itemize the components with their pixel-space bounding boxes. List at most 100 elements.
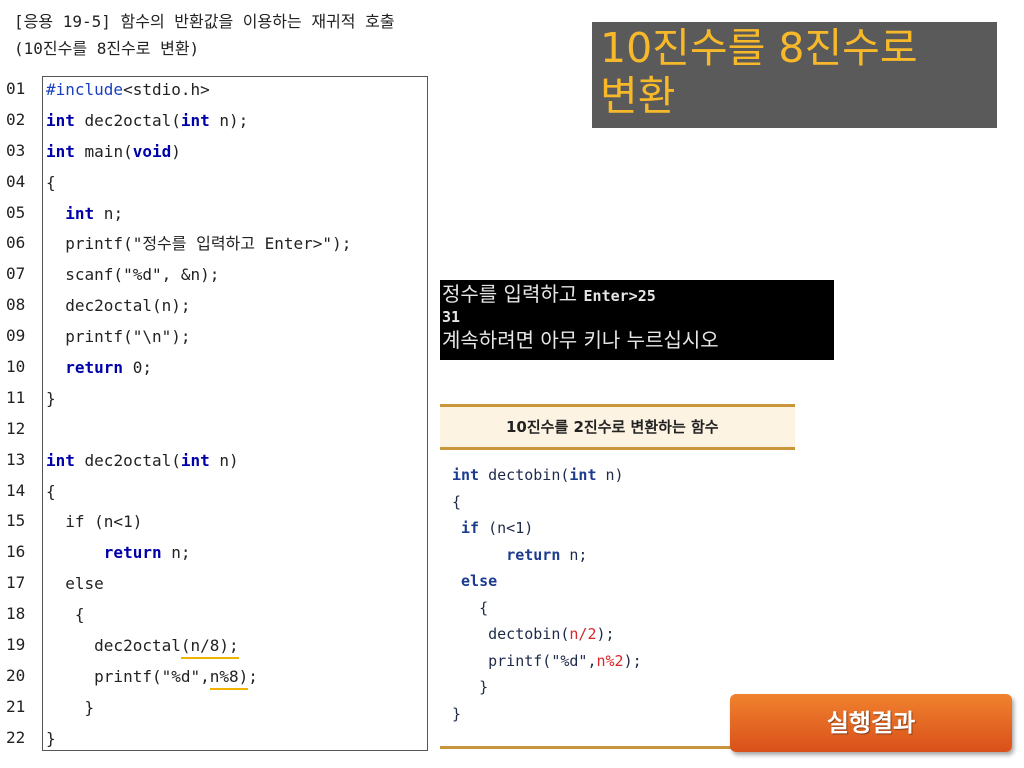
line-number: 14 — [6, 480, 26, 500]
line-number: 19 — [6, 635, 26, 655]
code-line: int n; — [43, 199, 427, 230]
ref-line: return n; — [452, 542, 642, 569]
code-line: dec2octal(n); — [46, 296, 191, 316]
code-token: { — [46, 172, 56, 192]
ref-line: int dectobin(int n) — [452, 462, 642, 489]
title-line-2: 변환 — [600, 72, 676, 120]
ref-line: { — [452, 598, 489, 617]
code-token: dec2octal — [46, 636, 181, 656]
code-line: int dec2octal(int n) — [43, 446, 427, 477]
line-number: 01 — [6, 79, 26, 98]
code-token: dectobin( — [479, 466, 570, 484]
code-token: n); — [209, 110, 249, 130]
code-keyword: int — [46, 110, 75, 130]
line-number: 22 — [6, 727, 26, 747]
line-number: 03 — [6, 140, 26, 160]
reference-header: 10진수를 2진수로 변환하는 함수 — [440, 404, 795, 450]
code-token: } — [46, 728, 56, 748]
code-keyword: int — [65, 203, 95, 223]
code-line: #include<stdio.h> — [43, 75, 427, 106]
line-number: 09 — [6, 326, 26, 346]
line-number: 20 — [6, 665, 26, 685]
console-text: Enter>25 — [583, 287, 656, 305]
code-listing: #include<stdio.h> int dec2octal(int n); … — [42, 76, 428, 751]
code-keyword: return — [506, 545, 561, 564]
code-token: <stdio.h> — [123, 80, 210, 99]
line-number: 07 — [6, 264, 26, 284]
code-keyword: if — [461, 519, 480, 537]
code-token: ; — [248, 666, 258, 686]
run-result-button[interactable]: 실행결과 — [730, 694, 1012, 752]
console-output: 정수를 입력하고 Enter>25 31 계속하려면 아무 키나 누르십시오 — [440, 280, 834, 360]
code-keyword: int — [180, 110, 210, 130]
line-number: 11 — [6, 387, 26, 407]
code-line: printf("정수를 입력하고 Enter>"); — [46, 234, 352, 254]
code-line: } — [46, 697, 95, 717]
code-keyword: int — [46, 141, 75, 161]
code-line: return 0; — [43, 353, 427, 384]
code-line: return n; — [43, 538, 427, 569]
code-line: { — [46, 605, 85, 625]
code-line: int main(void) — [43, 137, 427, 168]
line-number: 13 — [6, 449, 26, 469]
code-token: ); — [623, 651, 642, 670]
code-token: dec2octal( — [74, 450, 181, 470]
slide-title: 10진수를 8진수로 변환 — [592, 22, 997, 128]
line-number: 12 — [6, 418, 26, 438]
ref-line: printf("%d",n%2); — [452, 648, 642, 675]
code-token: ); — [596, 625, 615, 643]
code-highlight: n%2 — [596, 651, 624, 670]
reference-code: int dectobin(int n) { if (n<1) return n;… — [452, 462, 642, 727]
ref-line: else — [452, 568, 642, 595]
code-keyword: int — [46, 450, 75, 470]
code-token: printf("%d", — [46, 666, 210, 686]
ref-line: } — [452, 678, 489, 696]
console-text: 정수를 입력하고 — [442, 282, 584, 306]
code-token: 0; — [123, 358, 152, 378]
code-line: { — [43, 477, 427, 508]
line-number: 10 — [6, 357, 26, 377]
code-keyword: int — [452, 466, 480, 484]
code-keyword: return — [103, 543, 162, 563]
line-number: 18 — [6, 604, 26, 624]
code-line: printf("%d",n%8); — [43, 662, 427, 693]
code-keyword: void — [132, 141, 172, 161]
code-token: { — [46, 481, 56, 501]
code-token: printf("%d", — [452, 651, 597, 670]
ref-line: if (n<1) — [452, 515, 642, 542]
ref-line: } — [452, 704, 462, 723]
code-keyword: return — [65, 358, 124, 378]
ref-line: { — [452, 492, 462, 511]
code-token: ) — [171, 141, 181, 161]
line-number: 15 — [6, 511, 26, 531]
line-number: 06 — [6, 233, 26, 253]
caption-line-2: (10진수를 8진수로 변환) — [14, 39, 200, 58]
caption-line-1: [응용 19-5] 함수의 반환값을 이용하는 재귀적 호출 — [14, 12, 395, 31]
code-token: main( — [74, 141, 133, 161]
title-line-1: 10진수를 8진수로 — [600, 24, 918, 72]
console-text: 계속하려면 아무 키나 누르십시오 — [442, 328, 719, 352]
code-line: printf("\n"); — [46, 327, 191, 347]
code-token: (n<1) — [479, 519, 534, 537]
console-text: 31 — [442, 308, 461, 326]
code-token: n; — [94, 203, 124, 223]
code-token: } — [46, 388, 56, 408]
code-highlight-underline: n%8) — [209, 666, 249, 690]
code-token: dectobin( — [452, 625, 570, 643]
console-line: 정수를 입력하고 Enter>25 — [442, 281, 832, 307]
code-line: dec2octal(n/8); — [43, 631, 427, 662]
code-token: #include — [46, 80, 124, 99]
code-token: n) — [596, 466, 624, 484]
code-keyword: int — [569, 466, 597, 484]
code-line: scanf("%d", &n); — [46, 265, 220, 285]
line-number-gutter: 01 02 03 04 05 06 07 08 09 10 11 12 13 14 15 16 17 18 19 20… — [6, 74, 42, 754]
console-line: 계속하려면 아무 키나 누르십시오 — [442, 327, 832, 353]
code-line: else — [46, 574, 104, 594]
line-number: 05 — [6, 202, 26, 222]
line-number: 16 — [6, 542, 26, 562]
code-token: dec2octal( — [74, 110, 181, 130]
code-line: int dec2octal(int n); — [43, 106, 427, 137]
code-token: n; — [161, 543, 191, 563]
line-number: 21 — [6, 696, 26, 716]
